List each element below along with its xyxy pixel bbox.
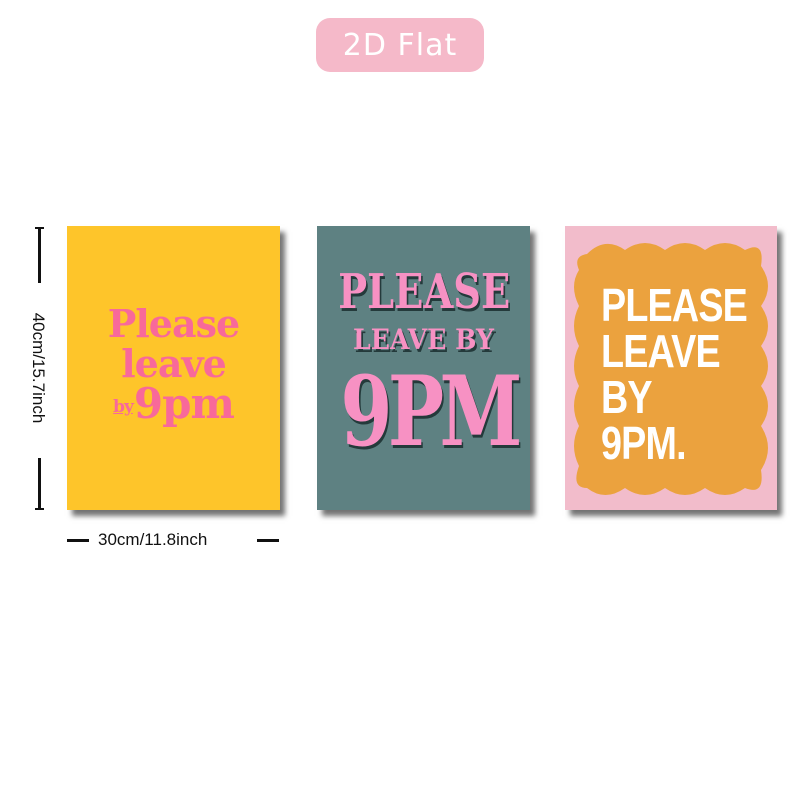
poster-teal-line2: LEAVE BY (352, 323, 495, 356)
poster-pink: PLEASE LEAVE BY 9PM. (565, 226, 777, 510)
poster-yellow-line2: leave (121, 341, 227, 386)
width-marker-line-right (257, 539, 279, 542)
height-marker-line-top (38, 227, 41, 283)
poster-teal-line1: PLEASE (338, 264, 511, 320)
poster-pink-line3: BY (601, 371, 653, 423)
poster-pink-text: PLEASE LEAVE BY 9PM. (601, 279, 748, 469)
poster-yellow: Please leave by9pm (67, 226, 280, 510)
height-label: 40cm/15.7inch (29, 312, 48, 424)
poster-teal: PLEASE LEAVE BY 9PM (317, 226, 530, 510)
poster-pink-line2: LEAVE (601, 325, 721, 377)
width-label: 30cm/11.8inch (98, 530, 208, 549)
poster-yellow-time: 9pm (133, 379, 235, 428)
view-mode-badge: 2D Flat (316, 18, 484, 72)
poster-teal-text: PLEASE LEAVE BY 9PM (317, 264, 530, 464)
height-marker-line-bottom (38, 458, 41, 510)
poster-teal-time: 9PM (340, 355, 522, 468)
poster-yellow-by: by (113, 397, 134, 417)
poster-yellow-line3: by9pm (67, 383, 280, 433)
poster-yellow-line1: Please (107, 301, 240, 346)
poster-pink-line1: PLEASE (601, 279, 748, 331)
poster-yellow-text: Please leave by9pm (67, 304, 280, 433)
height-marker-bottom-tick (35, 508, 44, 510)
width-marker-line-left (67, 539, 89, 542)
poster-pink-time: 9PM. (601, 417, 687, 469)
